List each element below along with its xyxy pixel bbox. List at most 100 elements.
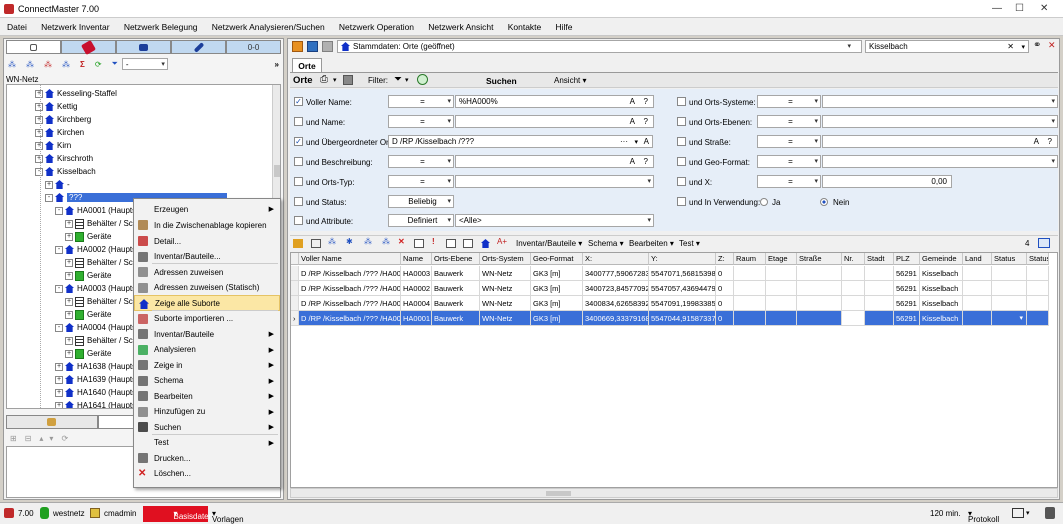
menu-netzwerk-inventar[interactable]: Netzwerk Inventar	[34, 18, 115, 36]
table-cell[interactable]	[842, 281, 865, 296]
table-cell[interactable]: HA0003	[401, 266, 432, 281]
filter-checkbox[interactable]	[294, 157, 303, 166]
tree-node[interactable]: + HA1639 (Hauptsti	[55, 373, 140, 386]
table-cell[interactable]: 3400669,33379168	[583, 311, 649, 326]
tree-expander-icon[interactable]: -	[55, 206, 63, 215]
table-cell[interactable]: 56291	[894, 281, 920, 296]
tree-node[interactable]: + Behälter / Schr	[65, 256, 140, 269]
grid-star-icon[interactable]: ✱	[346, 237, 353, 246]
table-cell[interactable]: 3400834,62658392	[583, 296, 649, 311]
column-header[interactable]: PLZ	[894, 253, 920, 265]
tree-node[interactable]: - HA0001 (Hauptsti	[55, 204, 140, 217]
tree-node[interactable]: + HA1638 (Hauptsti	[55, 360, 140, 373]
table-cell[interactable]: D /RP /Kisselbach /??? /HA0004	[299, 296, 401, 311]
tree-expander-icon[interactable]: +	[65, 271, 73, 280]
context-menu-item[interactable]: Schema ▶	[134, 373, 280, 389]
filter-checkbox[interactable]	[677, 197, 686, 206]
filter-checkbox[interactable]	[294, 216, 303, 225]
table-cell[interactable]: 5547091,19983385	[649, 296, 716, 311]
table-cell[interactable]: HA0002	[401, 281, 432, 296]
layout-icon[interactable]	[1012, 508, 1024, 518]
column-header[interactable]: Name	[401, 253, 432, 265]
results-grid[interactable]: Voller Name Name Orts-Ebene Orts-System Geo-…	[290, 252, 1058, 488]
binoculars-icon[interactable]: ⚭	[1033, 40, 1041, 51]
grid-network-icon[interactable]: ⁂	[328, 237, 336, 246]
tree-node[interactable]: + Kettig	[35, 100, 77, 113]
table-cell[interactable]	[992, 281, 1027, 296]
filter-value-field[interactable]: A?	[822, 135, 1058, 148]
blue-panel-icon[interactable]	[307, 41, 318, 52]
grid-delete-icon[interactable]: ✕	[398, 237, 405, 246]
table-cell[interactable]	[797, 311, 842, 326]
table-cell[interactable]	[865, 266, 894, 281]
table-cell[interactable]: Kisselbach	[920, 296, 963, 311]
table-cell[interactable]	[1027, 281, 1049, 296]
grid-layout-icon[interactable]	[1038, 238, 1050, 248]
radio-nein[interactable]	[820, 198, 828, 206]
filter-checkbox[interactable]: ✓	[294, 97, 303, 106]
table-cell[interactable]	[992, 296, 1027, 311]
tree-expander-icon[interactable]: +	[35, 128, 43, 137]
tree-expander-icon[interactable]: -	[55, 323, 63, 332]
filter-dropdown-icon[interactable]: ▾	[405, 76, 409, 84]
operator-select[interactable]: =	[757, 155, 821, 168]
expand-panel-icon[interactable]: »	[275, 60, 279, 69]
tree-node[interactable]: + Geräte	[65, 347, 111, 360]
tree-expander-icon[interactable]: +	[35, 102, 43, 111]
menu-netzwerk-operation[interactable]: Netzwerk Operation	[332, 18, 419, 36]
tree-expander-icon[interactable]: -	[45, 193, 53, 202]
table-cell[interactable]	[734, 311, 766, 326]
table-cell[interactable]: 5547057,43694479	[649, 281, 716, 296]
filter-value-field[interactable]	[822, 95, 1058, 108]
operator-select[interactable]: =	[757, 115, 821, 128]
minimize-button[interactable]: —	[992, 3, 1002, 14]
column-header[interactable]: Voller Name	[299, 253, 401, 265]
table-cell[interactable]: 56291	[894, 296, 920, 311]
layout-dropdown-icon[interactable]: ▾	[1026, 509, 1030, 517]
protokoll-menu[interactable]: Protokoll ▾	[968, 509, 999, 524]
tab-tools[interactable]	[171, 40, 226, 54]
filter-funnel-icon[interactable]: ⏷	[394, 74, 402, 85]
tree-node[interactable]: + Behälter / Schr	[65, 217, 140, 230]
tree-expander-icon[interactable]: +	[35, 115, 43, 124]
table-cell[interactable]	[766, 266, 797, 281]
tree-node[interactable]: + Kirschroth	[35, 152, 93, 165]
table-cell[interactable]	[865, 281, 894, 296]
table-cell[interactable]	[766, 281, 797, 296]
tree-expander-icon[interactable]: +	[35, 89, 43, 98]
tree-expander-icon[interactable]: -	[55, 245, 63, 254]
test-menu[interactable]: Test ▾	[679, 239, 700, 248]
column-header[interactable]: Orts-System	[480, 253, 531, 265]
table-cell[interactable]	[1027, 296, 1049, 311]
tab-devices[interactable]	[116, 40, 171, 54]
context-menu-item[interactable]: Hinzufügen zu ▶	[134, 404, 280, 420]
context-menu-item[interactable]: Erzeugen ▶	[134, 201, 280, 217]
header-close-icon[interactable]: ✕	[1048, 40, 1056, 51]
table-cell[interactable]: ▾	[992, 311, 1027, 326]
tab-tree-view[interactable]	[6, 40, 61, 54]
grid-house-icon[interactable]	[481, 239, 490, 248]
orange-panel-icon[interactable]	[292, 41, 303, 52]
tab-lower-1[interactable]	[6, 415, 98, 429]
filter-checkbox[interactable]	[677, 97, 686, 106]
tree-node[interactable]: - HA0003 (Hauptsti	[55, 282, 140, 295]
column-header[interactable]: Nr.	[842, 253, 865, 265]
context-menu-item[interactable]: Inventar/Bauteile ▶	[134, 326, 280, 342]
tree-expander-icon[interactable]: +	[55, 362, 63, 371]
tab-orte[interactable]: Orte	[292, 58, 322, 72]
grid-copy-icon[interactable]	[311, 239, 321, 248]
ansicht-menu[interactable]: Ansicht ▾	[554, 76, 586, 85]
table-cell[interactable]: GK3 [m]	[531, 311, 583, 326]
search-button[interactable]: Suchen	[486, 76, 517, 86]
table-cell[interactable]: 3400723,84577092	[583, 281, 649, 296]
table-cell[interactable]: 56291	[894, 311, 920, 326]
tree-expander-icon[interactable]: +	[65, 297, 73, 306]
filter-value-field[interactable]	[822, 115, 1058, 128]
tree-node[interactable]: + Geräte	[65, 230, 111, 243]
tree-expander-icon[interactable]: +	[55, 401, 63, 408]
tree-node[interactable]: - HA0004 (Hauptsti	[55, 321, 140, 334]
bearbeiten-menu[interactable]: Bearbeiten ▾	[629, 239, 674, 248]
filter-value-field[interactable]: 0,00	[822, 175, 952, 188]
table-cell[interactable]: GK3 [m]	[531, 281, 583, 296]
lower-down-icon[interactable]: ▾	[49, 434, 53, 443]
